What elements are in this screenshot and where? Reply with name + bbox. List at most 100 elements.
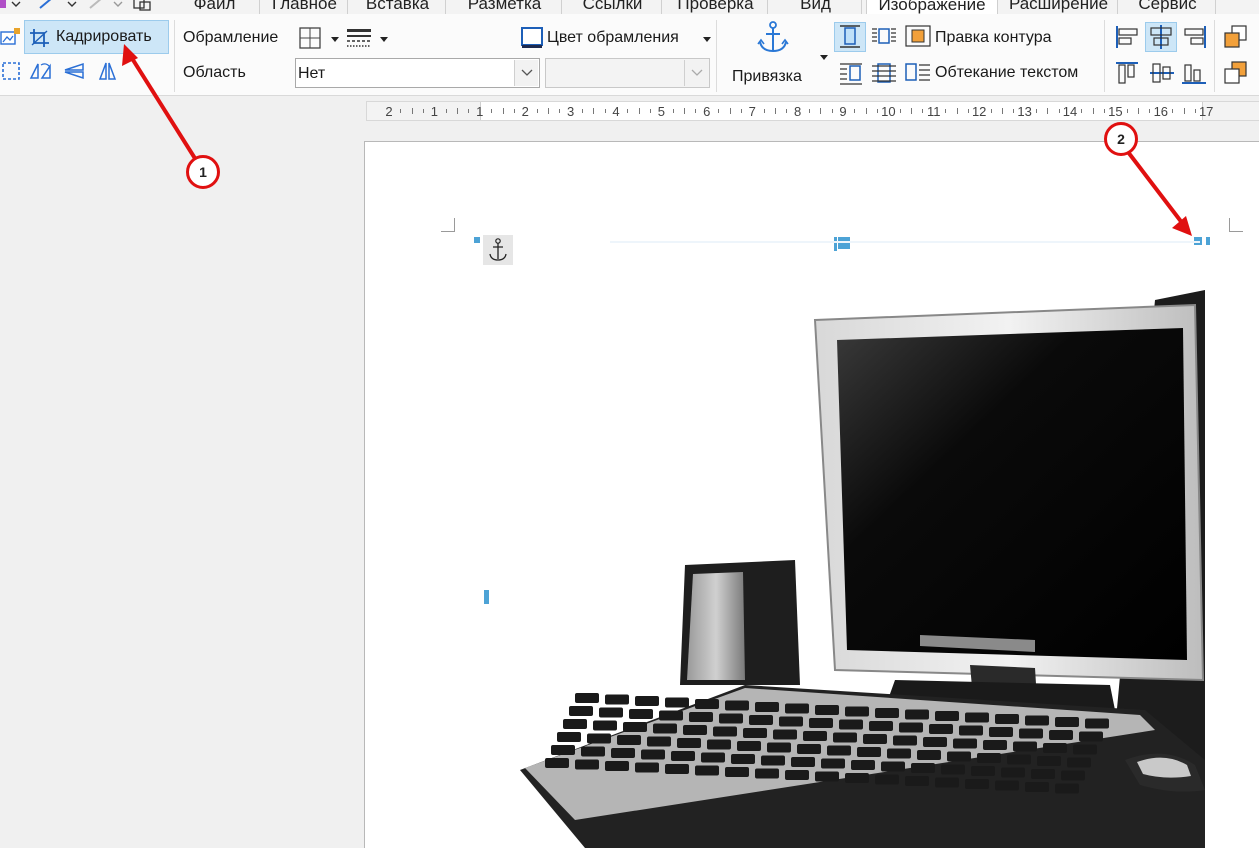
line-style-dropdown-icon[interactable] <box>380 37 388 42</box>
tab-review[interactable]: Проверка <box>664 0 768 14</box>
align-bottom-icon[interactable] <box>1180 60 1208 86</box>
area-select[interactable]: Нет <box>295 58 540 88</box>
align-left-icon[interactable] <box>1114 24 1142 50</box>
selection-handle-top-center[interactable] <box>838 237 850 249</box>
border-color-label[interactable]: Цвет обрамления <box>547 29 679 47</box>
keyboard-key <box>959 725 983 736</box>
tab-extensions[interactable]: Расширение <box>1000 0 1118 14</box>
ruler-tick <box>945 109 947 113</box>
keyboard-key <box>665 697 689 708</box>
keyboard-key <box>629 709 653 719</box>
tab-image[interactable]: Изображение <box>866 0 998 14</box>
anchor-icon[interactable] <box>756 20 790 56</box>
keyboard-key <box>557 732 581 742</box>
ruler-label: 4 <box>612 104 620 119</box>
border-icon[interactable] <box>298 26 322 50</box>
ruler-label: 7 <box>748 104 756 119</box>
keyboard-key <box>1001 767 1025 778</box>
keyboard-key <box>743 728 767 738</box>
format-icon[interactable] <box>0 0 6 8</box>
line-style-icon[interactable] <box>346 27 372 49</box>
ruler-tick <box>808 109 810 113</box>
ruler-tick <box>718 109 720 113</box>
horizontal-ruler[interactable]: 2 1 1 2 3 4 5 6 7 8 9 10 11 12 13 14 15 16 17 <box>366 101 1259 121</box>
edit-contour-label[interactable]: Правка контура <box>935 29 1052 47</box>
keyboard-key <box>827 745 851 756</box>
wrap-text-label[interactable]: Обтекание текстом <box>935 64 1078 82</box>
ruler-tick <box>593 108 595 114</box>
keyboard-key <box>809 718 833 728</box>
ruler-tick <box>1172 109 1174 113</box>
ruler-tick <box>967 109 969 113</box>
area-style-select[interactable] <box>545 58 710 88</box>
ruler-tick <box>1047 108 1049 114</box>
border-color-icon[interactable] <box>520 26 544 50</box>
border-color-dropdown-icon[interactable] <box>703 37 711 42</box>
dropdown-icon[interactable] <box>11 1 21 7</box>
tab-view[interactable]: Вид <box>770 0 862 14</box>
border-dropdown-icon[interactable] <box>331 37 339 42</box>
crop-frame-icon[interactable] <box>0 60 22 82</box>
crop-button[interactable]: Кадрировать <box>24 20 169 54</box>
flip-vertical-icon[interactable] <box>62 60 86 82</box>
keyboard-key <box>935 711 959 721</box>
keyboard-key <box>905 776 929 786</box>
wrap-before-icon[interactable] <box>838 60 864 86</box>
keyboard-key <box>671 751 695 761</box>
align-top-icon[interactable] <box>1114 60 1142 86</box>
keyboard-key <box>965 779 989 789</box>
anchor-label[interactable]: Привязка <box>732 68 802 86</box>
ruler-label: 5 <box>657 104 666 119</box>
anchor-dropdown-icon[interactable] <box>820 55 828 60</box>
tab-layout[interactable]: Разметка <box>448 0 562 14</box>
contour-icon[interactable] <box>904 24 932 50</box>
tab-home[interactable]: Главное <box>262 0 348 14</box>
ruler-tick <box>820 108 822 114</box>
align-center-button[interactable] <box>1145 22 1177 52</box>
keyboard-key <box>839 719 863 730</box>
area-style-arrow[interactable] <box>684 60 708 86</box>
undo-icon[interactable] <box>89 0 102 9</box>
tab-file[interactable]: Файл <box>170 0 260 14</box>
wrap-parallel-icon[interactable] <box>870 24 898 50</box>
wrap-none-button[interactable] <box>834 22 866 52</box>
keyboard-key <box>767 742 791 753</box>
border-label: Обрамление <box>183 29 279 46</box>
align-middle-icon[interactable] <box>1148 60 1176 86</box>
area-select-arrow[interactable] <box>514 60 538 86</box>
align-right-icon[interactable] <box>1180 24 1208 50</box>
ribbon-separator <box>1214 20 1215 92</box>
keyboard-key <box>755 768 779 779</box>
anchor-icon <box>489 238 507 261</box>
ruler-tick <box>536 109 538 113</box>
wrap-text-icon[interactable] <box>904 60 932 86</box>
ruler-tick <box>729 108 731 114</box>
image-edit-icon[interactable] <box>0 26 22 48</box>
ruler-label: 2 <box>385 104 393 119</box>
tab-tools[interactable]: Сервис <box>1120 0 1216 14</box>
wrap-through-icon[interactable] <box>870 60 898 86</box>
keyboard-key <box>749 715 773 725</box>
keyboard-key <box>995 780 1019 791</box>
keyboard-key <box>677 738 701 748</box>
bring-forward-icon[interactable] <box>1222 24 1252 50</box>
window-icon[interactable] <box>133 0 145 9</box>
selection-handle-edge <box>834 237 837 251</box>
selection-handle-top-left[interactable] <box>474 237 480 243</box>
dropdown-icon[interactable] <box>113 1 123 7</box>
keyboard-key <box>665 764 689 774</box>
ruler-tick <box>445 109 447 113</box>
tab-references[interactable]: Ссылки <box>564 0 662 14</box>
flip-horizontal-icon[interactable] <box>96 60 120 82</box>
computer-image[interactable] <box>515 290 1205 848</box>
selection-handle-middle-left[interactable] <box>484 590 489 604</box>
send-backward-icon[interactable] <box>1222 60 1252 86</box>
anchor-marker[interactable] <box>483 235 513 265</box>
keyboard-key <box>563 719 587 729</box>
keyboard-key <box>869 721 893 731</box>
redo-icon[interactable] <box>39 0 52 9</box>
rotate-icon[interactable] <box>28 60 54 82</box>
dropdown-icon[interactable] <box>67 1 77 7</box>
tab-insert[interactable]: Вставка <box>350 0 446 14</box>
margin-corner-top-right <box>1229 218 1243 232</box>
